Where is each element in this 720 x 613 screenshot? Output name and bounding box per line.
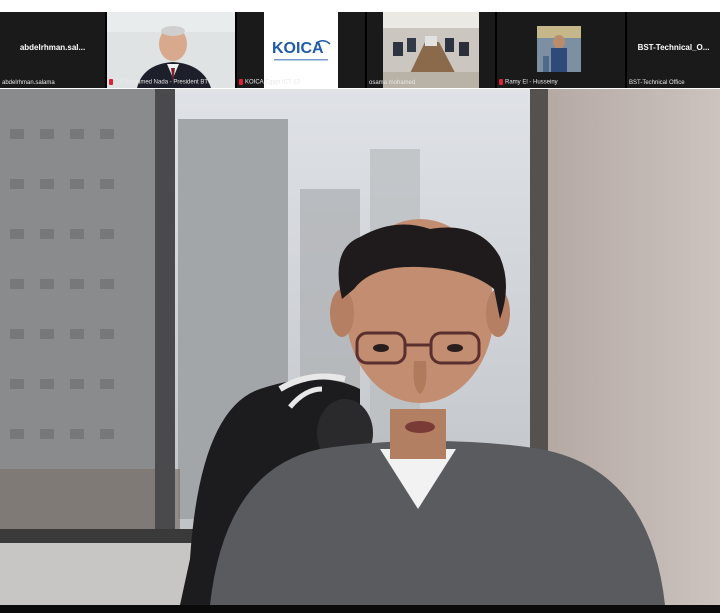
participant-tile[interactable]: osama mohamed — [367, 12, 495, 88]
participant-name: BST-Technical_O... — [637, 43, 710, 52]
participant-video — [383, 12, 479, 88]
gallery-strip: abdelrhman.sal... abdelrhman.salama DR.M… — [0, 12, 720, 88]
participant-caption: abdelrhman.salama — [2, 80, 55, 86]
participant-tile[interactable]: BST-Technical_O... BST-Technical Office — [627, 12, 720, 88]
participant-tile[interactable]: Ramy El - Husseiny — [497, 12, 625, 88]
participant-tile[interactable]: DR.Mohamed Nada - President BTU — [107, 12, 235, 88]
participant-tile[interactable]: KOICA KOICA Egypt ICT 13 — [237, 12, 365, 88]
participant-caption: BST-Technical Office — [629, 80, 685, 86]
participant-avatar — [537, 26, 581, 72]
participant-caption: Ramy El - Husseiny — [499, 79, 558, 86]
participant-tile[interactable]: abdelrhman.sal... abdelrhman.salama — [0, 12, 105, 88]
participant-video — [107, 12, 235, 88]
mic-muted-icon — [499, 79, 503, 86]
bottom-bar — [0, 605, 720, 613]
participant-caption: osama mohamed — [369, 80, 416, 86]
active-speaker-video — [0, 89, 720, 605]
participant-video: KOICA — [264, 12, 338, 88]
mic-muted-icon — [109, 79, 113, 86]
participant-caption: KOICA Egypt ICT 13 — [239, 79, 300, 86]
participant-name: abdelrhman.sal... — [19, 43, 86, 52]
mic-muted-icon — [239, 79, 243, 86]
participant-caption: DR.Mohamed Nada - President BTU — [109, 79, 212, 86]
